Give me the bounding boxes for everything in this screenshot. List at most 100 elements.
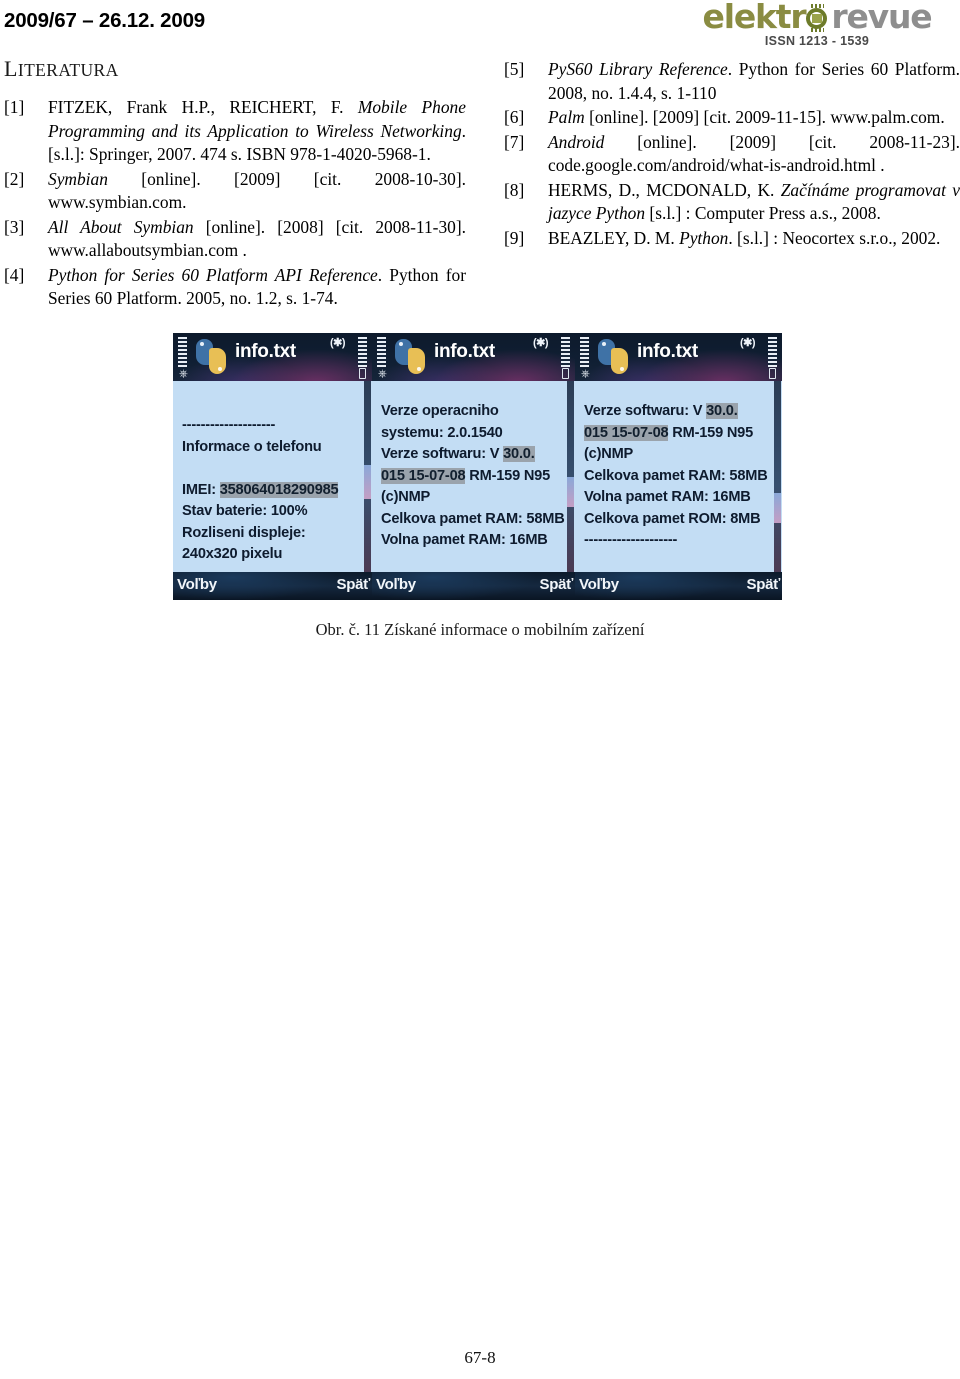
text-segment: Celkova pamet ROM: 8MB: [584, 510, 761, 527]
battery-level-icon: [561, 337, 570, 367]
battery-icon: [562, 368, 569, 379]
text-segment: Volna pamet RAM: 16MB: [381, 532, 548, 548]
phone-screenshot: ⎈ (✱) info.txt Verze operacniho systemu: 2.0…: [372, 333, 575, 600]
reference-text: All About Symbian [online]. [2008] [cit.…: [48, 216, 466, 263]
text-segment: --------------------: [584, 532, 678, 548]
highlighted-value: 358064018290985: [219, 481, 339, 498]
reference-title-italic: Python: [679, 227, 729, 248]
reference-entry: [6] Palm [online]. [2009] [cit. 2009-11-1…: [504, 106, 960, 130]
phone-screenshot: ⎈ (✱) info.txt Verze softwaru: V 30.0. 015 1…: [575, 333, 782, 600]
signal-strength-icon: [377, 337, 386, 367]
text-segment: (c)NMP: [381, 489, 431, 505]
logo-o-gear-icon: [805, 4, 831, 32]
phone-window-title: info.txt: [235, 341, 296, 362]
section-heading-rest: ITERATURA: [17, 60, 119, 80]
phone-text-line: --------------------: [182, 415, 372, 437]
vertical-scrollbar[interactable]: [364, 381, 371, 572]
reference-text: HERMS, D., MCDONALD, K. Začínáme program…: [548, 179, 960, 226]
reference-plain-text: . [s.l.] : Neocortex s.r.o., 2002.: [728, 227, 941, 248]
logo-revue-text: revue: [831, 0, 932, 36]
text-segment: Celkova pamet RAM: 58MB: [381, 510, 565, 527]
reference-plain-text: [online]. [2009] [cit. 2008-10-30]. www.…: [48, 168, 466, 213]
phone-text-line: Volna pamet RAM: 16MB: [381, 530, 575, 552]
reference-entry: [4] Python for Series 60 Platform API Ref…: [4, 264, 466, 311]
softkey-back-button[interactable]: Späť: [540, 576, 574, 593]
reference-number: [6]: [504, 107, 525, 127]
reference-number: [4]: [4, 264, 25, 285]
scrollbar-thumb[interactable]: [567, 477, 574, 507]
logo-issn: ISSN 1213 - 1539: [764, 34, 870, 48]
phone-text-line: Verze operacniho: [381, 401, 575, 423]
phone-window-title: info.txt: [434, 341, 495, 362]
logo-elektro-text: elektr: [702, 0, 807, 36]
softkey-back-button[interactable]: Späť: [337, 576, 371, 593]
reference-title-italic: Android: [548, 131, 605, 152]
text-segment: Informace o telefonu: [182, 438, 322, 455]
phone-text-line: Stav baterie: 100%: [182, 501, 372, 523]
reference-text: Symbian [online]. [2009] [cit. 2008-10-3…: [48, 168, 466, 215]
reference-title-italic: All About Symbian: [48, 216, 194, 237]
phone-status-bar: ⎈ (✱) info.txt: [372, 333, 575, 381]
reference-entry: [8] HERMS, D., MCDONALD, K. Začínáme prog…: [504, 179, 960, 226]
section-heading: LITERATURA: [4, 56, 119, 82]
bluetooth-indicator-icon: (✱): [739, 337, 756, 349]
reference-number: [3]: [4, 216, 25, 237]
reference-text: BEAZLEY, D. M. Python. [s.l.] : Neocorte…: [548, 227, 960, 251]
text-segment: Verze softwaru: V: [381, 446, 504, 462]
figure-caption: Obr. č. 11 Získané informace o mobilním …: [315, 620, 645, 639]
reference-text: FITZEK, Frank H.P., REICHERT, F. Mobile …: [48, 96, 466, 167]
text-segment: Stav baterie: 100%: [182, 503, 308, 519]
antenna-icon: ⎈: [179, 367, 188, 380]
phone-text-line: IMEI: 358064018290985: [182, 480, 372, 502]
signal-strength-icon: [178, 337, 187, 367]
reference-plain-text: [s.l.] : Computer Press a.s., 2008.: [645, 203, 881, 223]
reference-number: [8]: [504, 179, 525, 200]
phone-text-line: Celkova pamet ROM: 8MB: [584, 509, 782, 531]
text-segment: Volna pamet RAM: 16MB: [584, 489, 751, 505]
bluetooth-indicator-icon: (✱): [532, 337, 549, 349]
reference-entry: [2] Symbian [online]. [2009] [cit. 2008-1…: [4, 168, 466, 215]
softkey-back-button[interactable]: Späť: [747, 576, 781, 593]
phone-text-line: (c)NMP: [381, 487, 575, 509]
text-segment: 240x320 pixelu: [182, 546, 283, 562]
scrollbar-thumb[interactable]: [364, 465, 371, 499]
python-logo-icon: [597, 339, 631, 375]
reference-plain-text: FITZEK, Frank H.P., REICHERT, F.: [48, 97, 358, 117]
reference-number: [5]: [504, 59, 525, 79]
phone-status-bar: ⎈ (✱) info.txt: [575, 333, 782, 381]
text-segment: Verze softwaru: V: [584, 403, 707, 419]
phone-text-line: 015 15-07-08 RM-159 N95: [584, 423, 782, 445]
reference-text: PyS60 Library Reference. Python for Seri…: [548, 58, 960, 105]
phone-text-line: [182, 458, 372, 480]
vertical-scrollbar[interactable]: [774, 381, 781, 572]
phone-text-viewer[interactable]: Verze softwaru: V 30.0. 015 15-07-08 RM-1…: [575, 381, 782, 572]
highlighted-value: 30.0.: [706, 403, 738, 419]
reference-title-italic: Symbian: [48, 168, 108, 189]
page-header: 2009/67 – 26.12. 2009 elektr revue ISSN 1…: [0, 0, 960, 52]
text-segment: Rozliseni displeje:: [182, 524, 306, 541]
phone-softkey-bar: Voľby Späť: [173, 572, 372, 600]
phone-text-viewer[interactable]: Verze operacniho systemu: 2.0.1540 Verze s…: [372, 381, 575, 572]
softkey-options-button[interactable]: Voľby: [177, 576, 217, 593]
phone-text-viewer[interactable]: -------------------- Informace o telefonu…: [173, 381, 372, 572]
phone-text-line: --------------------: [584, 530, 782, 552]
reference-text: Palm [online]. [2009] [cit. 2009-11-15].…: [548, 106, 960, 130]
vertical-scrollbar[interactable]: [567, 381, 574, 572]
reference-entry: [9] BEAZLEY, D. M. Python. [s.l.] : Neoco…: [504, 227, 960, 251]
text-segment: --------------------: [182, 417, 276, 433]
reference-entry: [7] Android [online]. [2009] [cit. 2008-1…: [504, 131, 960, 178]
softkey-options-button[interactable]: Voľby: [579, 576, 619, 593]
phone-text-line: Verze softwaru: V 30.0.: [381, 444, 575, 466]
reference-title-italic: Python for Series 60 Platform API Refere…: [48, 264, 378, 285]
reference-entry: [3] All About Symbian [online]. [2008] [c…: [4, 216, 466, 263]
reference-title-italic: Palm: [548, 107, 585, 127]
reference-number: [9]: [504, 227, 525, 248]
softkey-options-button[interactable]: Voľby: [376, 576, 416, 593]
figure-phone-screenshots: ⎈ (✱) info.txt -------------------- Informac…: [173, 333, 782, 600]
elektrorevue-logo: elektr revue ISSN 1213 - 1539: [686, 0, 948, 48]
reference-entry: [1] FITZEK, Frank H.P., REICHERT, F. Mobi…: [4, 96, 466, 167]
references-column-left: [1] FITZEK, Frank H.P., REICHERT, F. Mobi…: [4, 96, 466, 312]
scrollbar-thumb[interactable]: [774, 493, 781, 523]
highlighted-value: 30.0.: [503, 446, 535, 462]
reference-text: Python for Series 60 Platform API Refere…: [48, 264, 466, 311]
